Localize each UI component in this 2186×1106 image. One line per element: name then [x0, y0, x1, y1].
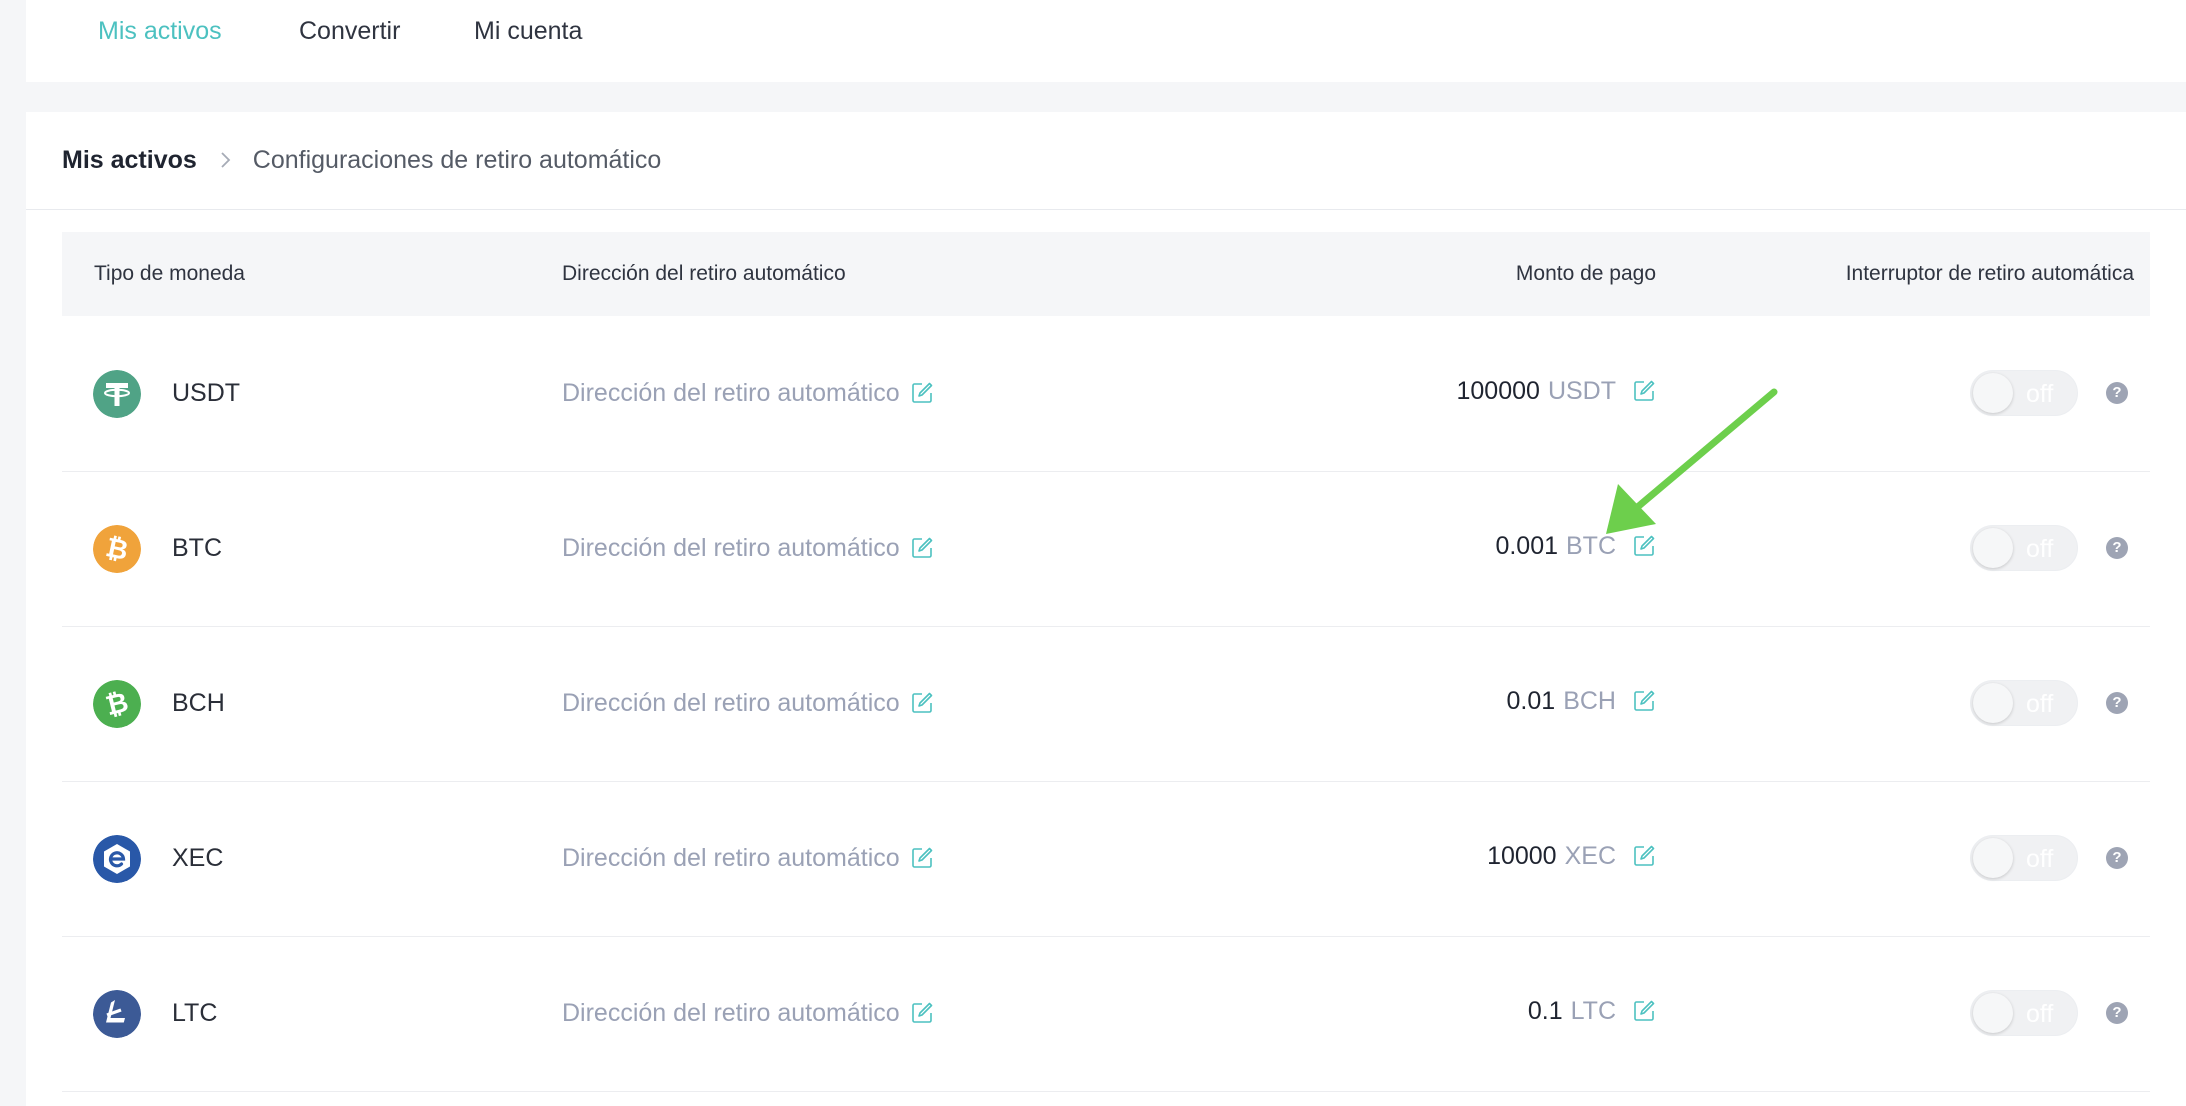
main-panel: Mis activos Configuraciones de retiro au…	[26, 112, 2186, 1106]
usdt-icon	[93, 370, 141, 418]
toggle-knob	[1973, 993, 2013, 1033]
column-header-coin: Tipo de moneda	[94, 262, 245, 285]
payout-amount: 0.01 BCH	[1507, 684, 1656, 718]
chevron-right-icon	[221, 152, 231, 168]
column-header-switch: Interruptor de retiro automática	[1845, 262, 2134, 285]
table-header: Tipo de moneda Dirección del retiro auto…	[62, 232, 2150, 316]
coin-name: USDT	[172, 379, 241, 407]
table-row: LTC Dirección del retiro automático 0.1 …	[62, 936, 2150, 1092]
table-row: USDT Dirección del retiro automático 100…	[62, 316, 2150, 472]
breadcrumb-current: Configuraciones de retiro automático	[252, 146, 662, 174]
address-placeholder: Dirección del retiro automático	[562, 689, 900, 717]
table-row: ₿ BTC Dirección del retiro automático 0.…	[62, 471, 2150, 627]
amount-value: 10000	[1487, 842, 1557, 870]
amount-value: 0.1	[1527, 997, 1563, 1025]
help-icon[interactable]: ?	[2106, 847, 2128, 869]
address-edit-link[interactable]: Dirección del retiro automático	[562, 376, 934, 410]
edit-icon[interactable]	[910, 381, 934, 405]
help-icon[interactable]: ?	[2106, 537, 2128, 559]
address-edit-link[interactable]: Dirección del retiro automático	[562, 841, 934, 875]
edit-icon[interactable]	[910, 846, 934, 870]
breadcrumb-root-link[interactable]: Mis activos	[62, 142, 197, 178]
toggle-state-label: off	[2026, 535, 2054, 563]
help-icon[interactable]: ?	[2106, 692, 2128, 714]
edit-icon[interactable]	[1632, 689, 1656, 713]
header-divider	[26, 209, 2186, 210]
xec-icon	[93, 835, 141, 883]
amount-unit: LTC	[1570, 997, 1616, 1025]
toggle-state-label: off	[2026, 845, 2054, 873]
edit-icon[interactable]	[1632, 844, 1656, 868]
table-row: XEC Dirección del retiro automático 1000…	[62, 781, 2150, 937]
toggle-state-label: off	[2026, 380, 2054, 408]
toggle-state-label: off	[2026, 1000, 2054, 1028]
address-edit-link[interactable]: Dirección del retiro automático	[562, 686, 934, 720]
auto-withdraw-toggle[interactable]: off	[1970, 525, 2078, 571]
address-placeholder: Dirección del retiro automático	[562, 844, 900, 872]
table-row: ₿ BCH Dirección del retiro automático 0.…	[62, 626, 2150, 782]
toggle-state-label: off	[2026, 690, 2054, 718]
nav-tab-convertir[interactable]: Convertir	[299, 14, 400, 48]
auto-withdraw-toggle[interactable]: off	[1970, 370, 2078, 416]
btc-icon: ₿	[93, 525, 141, 573]
payout-amount: 0.1 LTC	[1528, 994, 1656, 1028]
help-icon[interactable]: ?	[2106, 382, 2128, 404]
edit-icon[interactable]	[910, 691, 934, 715]
auto-withdraw-toggle[interactable]: off	[1970, 835, 2078, 881]
payout-amount: 10000 XEC	[1487, 839, 1656, 873]
amount-unit: XEC	[1564, 842, 1616, 870]
address-placeholder: Dirección del retiro automático	[562, 999, 900, 1027]
amount-value: 0.01	[1506, 687, 1556, 715]
address-placeholder: Dirección del retiro automático	[562, 379, 900, 407]
auto-withdraw-toggle[interactable]: off	[1970, 990, 2078, 1036]
address-edit-link[interactable]: Dirección del retiro automático	[562, 531, 934, 565]
amount-value: 0.001	[1495, 532, 1558, 560]
annotation-arrow-icon	[1606, 388, 1778, 534]
toggle-knob	[1973, 838, 2013, 878]
toggle-knob	[1973, 528, 2013, 568]
amount-unit: BCH	[1563, 687, 1616, 715]
top-navigation: Mis activos Convertir Mi cuenta	[26, 0, 2186, 82]
ltc-icon	[93, 990, 141, 1038]
column-header-address: Dirección del retiro automático	[562, 262, 846, 285]
toggle-knob	[1973, 683, 2013, 723]
coin-name: XEC	[172, 844, 224, 872]
edit-icon[interactable]	[1632, 999, 1656, 1023]
edit-icon[interactable]	[910, 536, 934, 560]
coin-name: LTC	[172, 999, 218, 1027]
help-icon[interactable]: ?	[2106, 1002, 2128, 1024]
edit-icon[interactable]	[910, 1001, 934, 1025]
breadcrumb: Mis activos Configuraciones de retiro au…	[62, 142, 661, 178]
toggle-knob	[1973, 373, 2013, 413]
address-edit-link[interactable]: Dirección del retiro automático	[562, 996, 934, 1030]
auto-withdraw-toggle[interactable]: off	[1970, 680, 2078, 726]
column-header-amount: Monto de pago	[1515, 262, 1656, 285]
amount-value: 100000	[1456, 377, 1540, 405]
bch-icon: ₿	[93, 680, 141, 728]
nav-tab-mi-cuenta[interactable]: Mi cuenta	[474, 14, 582, 48]
coin-name: BCH	[172, 689, 225, 717]
coin-name: BTC	[172, 534, 222, 562]
address-placeholder: Dirección del retiro automático	[562, 534, 900, 562]
nav-tab-mis-activos[interactable]: Mis activos	[98, 14, 222, 48]
